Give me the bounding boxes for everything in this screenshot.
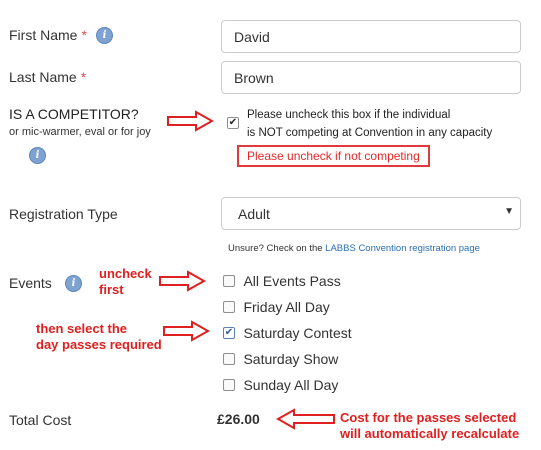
uncheck-callout: Please uncheck if not competing [237,145,430,167]
first-name-label-text: First Name [9,27,78,43]
labbs-registration-link[interactable]: LABBS Convention registration page [325,243,480,254]
first-name-value: David [234,28,270,45]
annotation-line: first [99,282,124,297]
last-name-value: Brown [234,69,274,86]
last-name-label-text: Last Name [9,69,77,85]
total-cost-label: Total Cost [9,412,72,428]
red-outline-arrow-icon [276,408,335,430]
last-name-label: Last Name * [9,69,86,85]
event-checkbox[interactable] [223,274,235,287]
event-checkbox[interactable]: ✔ [223,326,235,339]
required-mark: * [80,69,87,85]
registration-type-value: Adult [238,205,270,222]
registration-hint: Unsure? Check on the LABBS Convention re… [228,243,480,254]
annotation-line: will automatically recalculate [340,426,520,441]
event-option-saturday-show[interactable]: Saturday Show [223,350,338,368]
competitor-checkbox[interactable]: ✔ [227,117,239,129]
annotation-line: then select the [36,321,128,336]
event-label: Sunday All Day [243,376,339,393]
first-name-label: First Name * [9,27,87,43]
total-cost-value: £26.00 [217,411,260,427]
cost-annotation: Cost for the passes selected will automa… [340,410,519,442]
red-outline-arrow-icon [167,110,214,132]
competitor-checkbox-text: Please uncheck this box if the individua… [247,106,492,142]
event-option-sunday-all-day[interactable]: Sunday All Day [223,376,338,394]
event-checkbox[interactable] [223,352,235,365]
last-name-input[interactable]: Brown [221,61,521,94]
info-icon[interactable]: i [66,276,81,291]
hint-prefix: Unsure? Check on the [228,243,323,254]
chevron-down-icon: ▼ [504,206,514,217]
event-label: All Events Pass [243,272,341,289]
competitor-heading: IS A COMPETITOR? [9,106,139,122]
event-label: Saturday Contest [243,324,352,341]
required-mark: * [81,27,87,43]
red-outline-arrow-icon [163,320,210,342]
event-label: Friday All Day [243,298,330,315]
event-label: Saturday Show [243,350,339,367]
first-name-input[interactable]: David [221,20,521,53]
event-option-saturday-contest[interactable]: ✔ Saturday Contest [223,324,352,342]
competitor-text-line2: is NOT competing at Convention in any ca… [247,127,493,139]
event-option-friday-all-day[interactable]: Friday All Day [223,298,330,316]
event-option-all-events-pass[interactable]: All Events Pass [223,272,341,290]
red-outline-arrow-icon [159,270,206,292]
annotation-line: day passes required [36,337,162,352]
check-icon: ✔ [224,326,234,338]
check-icon: ✔ [228,117,238,128]
info-icon[interactable]: i [97,28,112,43]
uncheck-first-annotation: uncheck first [99,266,152,298]
info-icon[interactable]: i [30,148,45,163]
competitor-sublabel: or mic-warmer, eval or for joy [9,126,151,138]
competitor-text-line1: Please uncheck this box if the individua… [247,109,451,121]
annotation-line: Cost for the passes selected [340,410,517,425]
events-label: Events [9,275,52,291]
registration-type-label: Registration Type [9,206,118,222]
annotation-line: uncheck [99,266,152,281]
event-checkbox[interactable] [223,378,235,391]
select-day-annotation: then select the day passes required [36,321,162,353]
event-checkbox[interactable] [223,300,235,313]
registration-type-select[interactable]: Adult ▼ [221,197,521,230]
